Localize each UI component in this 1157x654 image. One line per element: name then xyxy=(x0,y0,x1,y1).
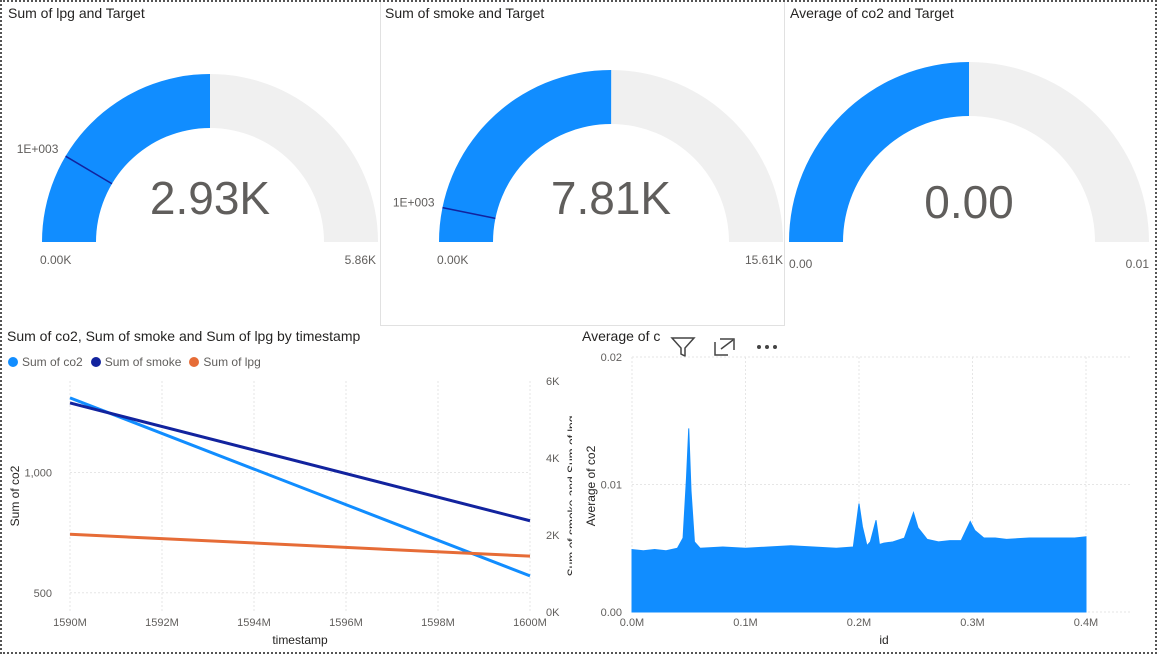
series-line-sum-of-lpg xyxy=(69,532,531,558)
y2-tick-label: 6K xyxy=(546,376,560,388)
x-tick-label: 0.3M xyxy=(960,617,984,629)
series-line-sum-of-co2 xyxy=(69,396,531,578)
gauge-smoke-visual[interactable]: Sum of smoke and Target 1E+003 7.81K 0.00K… xyxy=(380,2,785,326)
gauge-title: Average of co2 and Target xyxy=(790,5,954,21)
y-tick-label: 500 xyxy=(34,588,52,600)
gauge-lpg-visual[interactable]: Sum of lpg and Target 1E+003 2.93K 0.00K 5.… xyxy=(4,2,380,320)
x-tick-label: 0.4M xyxy=(1074,617,1098,629)
x-axis-title: timestamp xyxy=(272,633,328,647)
gauge-max-label: 0.01 xyxy=(1126,257,1150,271)
gauge-target-label: 1E+003 xyxy=(393,195,435,209)
x-tick-label: 0.0M xyxy=(620,617,644,629)
y-axis-title: Sum of co2 xyxy=(8,465,22,526)
x-tick-label: 1600M xyxy=(513,617,547,629)
y-tick-label: 0.01 xyxy=(601,480,622,492)
gauge-max-label: 5.86K xyxy=(345,253,376,267)
x-axis-title: id xyxy=(879,633,888,647)
x-tick-label: 1594M xyxy=(237,617,271,629)
gauge-min-label: 0.00 xyxy=(789,257,813,271)
gauge-min-label: 0.00K xyxy=(437,253,468,267)
y2-axis-title: Sum of smoke and Sum of lpg xyxy=(565,416,572,577)
y-axis-title: Average of co2 xyxy=(584,445,598,526)
gauge-co2-visual[interactable]: Average of co2 and Target 0.00 0.00 0.01 xyxy=(785,2,1153,320)
line-chart-visual[interactable]: Sum of co2, Sum of smoke and Sum of lpg … xyxy=(4,326,572,650)
series-line-sum-of-smoke xyxy=(69,401,531,523)
gauge-title: Sum of smoke and Target xyxy=(385,5,545,21)
gauge-chart: 1E+003 7.81K 0.00K 15.61K xyxy=(393,70,783,267)
gauge-max-label: 15.61K xyxy=(745,253,783,267)
x-tick-label: 1590M xyxy=(53,617,87,629)
y-tick-label: 0.00 xyxy=(601,607,622,619)
gauge-value: 7.81K xyxy=(551,172,672,224)
area-chart-visual[interactable]: Average of c 0.0M 0.1M 0.2M 0.3M 0.4M 0.00 0.0… xyxy=(578,326,1153,650)
line-chart-plot: 1590M 1592M 1594M 1596M 1598M 1600M 500 1,000 0K… xyxy=(8,376,572,647)
x-tick-label: 0.1M xyxy=(733,617,757,629)
area-chart-plot: 0.0M 0.1M 0.2M 0.3M 0.4M 0.00 0.01 0.02 id Averag… xyxy=(584,352,1130,647)
gauge-min-label: 0.00K xyxy=(40,253,71,267)
y2-tick-label: 4K xyxy=(546,453,560,465)
area-series-average-of-co2 xyxy=(631,428,1087,613)
gauge-chart: 1E+003 2.93K 0.00K 5.86K xyxy=(17,74,378,267)
x-tick-label: 1596M xyxy=(329,617,363,629)
gauge-target-label: 1E+003 xyxy=(17,142,59,156)
x-tick-label: 0.2M xyxy=(847,617,871,629)
gauge-value: 2.93K xyxy=(150,172,271,224)
x-tick-label: 1592M xyxy=(145,617,179,629)
y2-tick-label: 2K xyxy=(546,530,560,542)
y-tick-label: 1,000 xyxy=(24,467,52,479)
gauge-title: Sum of lpg and Target xyxy=(8,5,145,21)
y2-tick-label: 0K xyxy=(546,607,560,619)
gauge-value: 0.00 xyxy=(924,176,1014,228)
gauge-chart: 0.00 0.00 0.01 xyxy=(789,62,1150,271)
y-tick-label: 0.02 xyxy=(601,352,622,364)
x-tick-label: 1598M xyxy=(421,617,455,629)
